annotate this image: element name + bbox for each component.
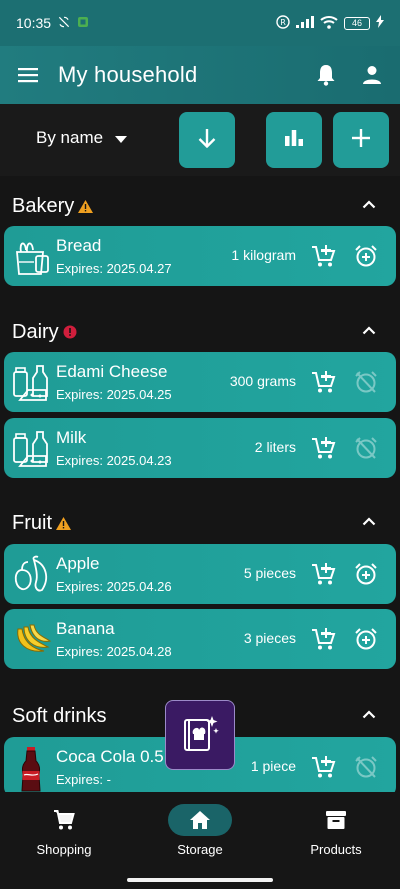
nav-shopping[interactable]: Shopping — [4, 804, 124, 857]
category-name: Dairy — [12, 320, 59, 343]
product-expiry: Expires: 2025.04.25 — [56, 387, 172, 402]
alarm-off-icon[interactable] — [354, 755, 378, 779]
add-to-cart-icon[interactable] — [310, 369, 336, 395]
nav-label: Storage — [177, 842, 223, 857]
product-card-apple[interactable]: Apple Expires: 2025.04.26 5 pieces — [4, 544, 396, 604]
page-title: My household — [58, 62, 198, 87]
sort-label: By name — [36, 128, 104, 147]
controls-bar: By name — [0, 104, 400, 176]
sort-direction-button[interactable] — [179, 112, 235, 168]
chevron-up-icon[interactable] — [362, 706, 376, 724]
status-time: 10:35 — [16, 15, 52, 31]
add-to-cart-icon[interactable] — [310, 754, 336, 780]
category-header-dairy[interactable]: Dairy — [0, 312, 400, 352]
dropdown-arrow-icon — [115, 128, 128, 148]
alarm-off-icon[interactable] — [354, 436, 378, 460]
battery-level: 46 — [351, 18, 362, 28]
product-card-banana[interactable]: Banana Expires: 2025.04.28 3 pieces — [4, 609, 396, 669]
add-to-cart-icon[interactable] — [310, 435, 336, 461]
nav-storage[interactable]: Storage — [140, 804, 260, 857]
category-name: Fruit — [12, 511, 52, 534]
warning-icon — [78, 199, 94, 213]
error-icon — [63, 325, 77, 339]
warning-icon — [56, 516, 71, 530]
product-card-bread[interactable]: Bread Expires: 2025.04.27 1 kilogram — [4, 226, 396, 286]
sync-off-icon — [57, 15, 71, 32]
product-name: Coca Cola 0.5 — [56, 747, 164, 766]
plus-icon — [352, 128, 370, 152]
chevron-up-icon[interactable] — [362, 322, 376, 340]
dairy-icon — [12, 428, 52, 468]
svg-text:R: R — [280, 18, 286, 27]
product-expiry: Expires: 2025.04.27 — [56, 261, 172, 276]
bread-icon — [12, 236, 52, 276]
product-expiry: Expires: 2025.04.28 — [56, 644, 172, 659]
product-name: Edami Cheese — [56, 362, 168, 381]
product-quantity: 1 piece — [250, 758, 296, 774]
recipe-book-sparkle-icon — [179, 712, 221, 759]
product-card-edami-cheese[interactable]: Edami Cheese Expires: 2025.04.25 300 gra… — [4, 352, 396, 412]
category-name: Soft drinks — [12, 704, 107, 727]
product-card-milk[interactable]: Milk Expires: 2025.04.23 2 liters — [4, 418, 396, 478]
product-name: Apple — [56, 554, 100, 573]
add-to-cart-icon[interactable] — [310, 243, 336, 269]
category-name: Bakery — [12, 194, 75, 217]
chevron-up-icon[interactable] — [362, 196, 376, 214]
cola-bottle-icon — [12, 747, 52, 792]
bottom-navigation: Shopping Storage Products — [0, 792, 400, 889]
app-bar: My household — [0, 46, 400, 104]
banana-icon — [12, 619, 52, 659]
sort-dropdown[interactable]: By name — [36, 128, 128, 148]
shopping-cart-icon — [32, 804, 96, 836]
alarm-add-icon[interactable] — [354, 627, 378, 651]
app-notification-icon — [77, 16, 89, 31]
add-item-button[interactable] — [333, 112, 389, 168]
category-header-bakery[interactable]: Bakery — [0, 186, 400, 226]
signal-icon — [296, 15, 314, 31]
arrow-down-icon — [198, 128, 216, 153]
home-indicator[interactable] — [127, 878, 273, 882]
menu-icon[interactable] — [16, 63, 40, 87]
fruit-icon — [12, 554, 52, 594]
charging-icon — [376, 15, 384, 31]
chevron-up-icon[interactable] — [362, 513, 376, 531]
alarm-add-icon[interactable] — [354, 562, 378, 586]
nav-label: Shopping — [36, 842, 92, 857]
registered-icon: R — [276, 14, 290, 32]
product-quantity: 5 pieces — [243, 565, 296, 581]
wifi-icon — [320, 15, 338, 32]
product-quantity: 2 liters — [254, 439, 296, 455]
product-expiry: Expires: - — [56, 772, 111, 787]
add-to-cart-icon[interactable] — [310, 626, 336, 652]
bell-icon[interactable] — [314, 63, 338, 87]
product-quantity: 3 pieces — [243, 630, 296, 646]
nav-label: Products — [310, 842, 362, 857]
recipe-ai-button[interactable] — [165, 700, 235, 770]
product-quantity: 1 kilogram — [231, 247, 296, 263]
home-icon — [168, 804, 232, 836]
product-name: Milk — [56, 428, 87, 447]
product-name: Banana — [56, 619, 115, 638]
product-expiry: Expires: 2025.04.23 — [56, 453, 172, 468]
battery-icon: 46 — [344, 16, 370, 30]
alarm-off-icon[interactable] — [354, 370, 378, 394]
alarm-add-icon[interactable] — [354, 244, 378, 268]
nav-products[interactable]: Products — [276, 804, 396, 857]
add-to-cart-icon[interactable] — [310, 561, 336, 587]
bar-chart-icon — [285, 129, 303, 151]
archive-icon — [304, 804, 368, 836]
product-expiry: Expires: 2025.04.26 — [56, 579, 172, 594]
status-bar: 10:35 R 46 — [0, 0, 400, 46]
dairy-icon — [12, 362, 52, 402]
category-header-fruit[interactable]: Fruit — [0, 503, 400, 543]
product-quantity: 300 grams — [229, 373, 296, 389]
statistics-button[interactable] — [266, 112, 322, 168]
product-name: Bread — [56, 236, 102, 255]
account-icon[interactable] — [360, 63, 384, 87]
